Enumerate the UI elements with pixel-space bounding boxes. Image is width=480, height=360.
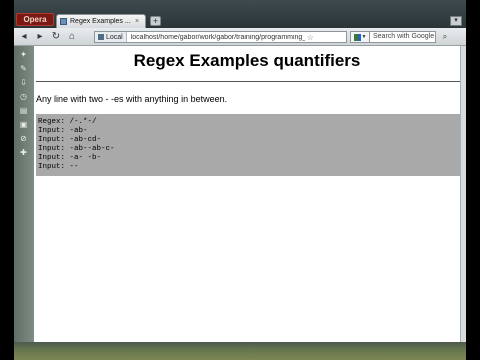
downloads-icon[interactable]: ⇩ [19, 78, 28, 87]
bookmark-star-icon[interactable]: ☆ [305, 33, 314, 42]
code-line: Input: -ab-cd- [38, 136, 102, 144]
site-identity-badge[interactable]: Local [95, 32, 127, 42]
search-input[interactable]: Search with Google [370, 31, 436, 43]
page-favicon-icon [60, 18, 67, 25]
code-line: Regex: /-.*-/ [38, 118, 97, 126]
tab-close-icon[interactable]: × [135, 18, 139, 25]
notes-icon[interactable]: ✎ [19, 64, 28, 73]
opera-menu-button[interactable]: Opera [16, 13, 54, 26]
web-page-content: Regex Examples quantifiers Any line with… [34, 46, 460, 342]
forward-icon[interactable]: ▸ [34, 31, 46, 43]
code-line: Input: -- [38, 163, 79, 171]
history-icon[interactable]: ◷ [19, 92, 28, 101]
chevron-down-icon: ▼ [361, 34, 367, 40]
search-engine-selector[interactable]: ▼ [350, 31, 370, 43]
search-icon[interactable]: ⌕ [439, 31, 451, 43]
navigation-bar: ◂ ▸ ↻ ⌂ Local localhost/home/gabor/work/… [14, 28, 466, 46]
home-icon[interactable]: ⌂ [66, 31, 78, 43]
url-text[interactable]: localhost/home/gabor/work/gabor/training… [127, 34, 305, 41]
status-bar [14, 342, 466, 360]
bookmarks-icon[interactable]: ✦ [19, 50, 28, 59]
window-menu-button[interactable]: ▾ [450, 16, 462, 26]
address-bar[interactable]: Local localhost/home/gabor/work/gabor/tr… [94, 31, 347, 43]
panel-icon[interactable]: ▣ [19, 120, 28, 129]
add-panel-icon[interactable]: ✚ [19, 148, 28, 157]
tab-regex-examples[interactable]: Regex Examples ... × [56, 14, 146, 28]
links-icon[interactable]: ⊘ [19, 134, 28, 143]
site-label: Local [106, 33, 123, 41]
reload-icon[interactable]: ↻ [50, 31, 62, 43]
video-frame: Opera Regex Examples ... × + ▾ ◂ ▸ ↻ ⌂ L… [14, 0, 466, 360]
google-icon [353, 33, 361, 41]
tab-title: Regex Examples ... [70, 18, 131, 25]
panel-sidebar: ✦ ✎ ⇩ ◷ ▤ ▣ ⊘ ✚ [14, 46, 34, 342]
horizontal-rule [36, 81, 460, 82]
tab-strip: Opera Regex Examples ... × + ▾ [14, 0, 466, 28]
local-file-icon [98, 34, 104, 40]
code-output-block: Regex: /-.*-/ Input: -ab- Input: -ab-cd-… [36, 114, 460, 176]
code-line: Input: -ab--ab-c- [38, 145, 115, 153]
description-text: Any line with two - -es with anything in… [36, 94, 228, 104]
new-tab-button[interactable]: + [150, 16, 161, 26]
back-icon[interactable]: ◂ [18, 31, 30, 43]
code-line: Input: -a- -b- [38, 154, 102, 162]
transfers-icon[interactable]: ▤ [19, 106, 28, 115]
vertical-scrollbar[interactable] [460, 46, 466, 342]
code-line: Input: -ab- [38, 127, 88, 135]
page-title: Regex Examples quantifiers [133, 51, 361, 70]
